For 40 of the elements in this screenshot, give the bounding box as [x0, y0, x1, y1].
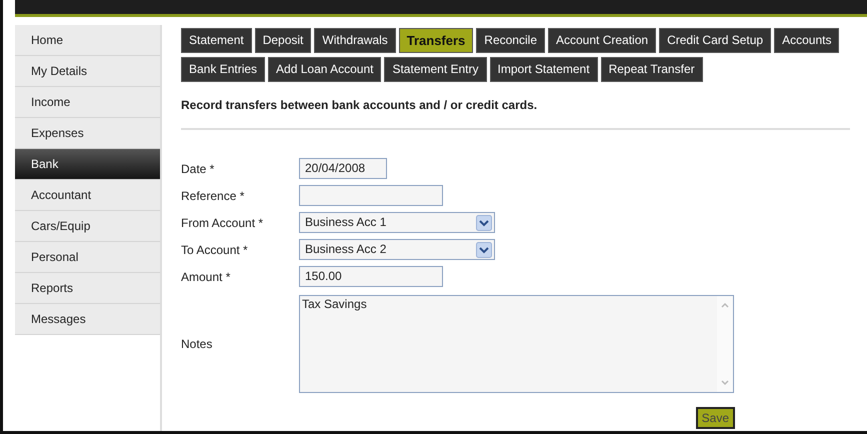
field-label: Reference *	[181, 188, 246, 202]
tab[interactable]: Repeat Transfer	[600, 57, 703, 82]
sidebar-item[interactable]: My Details	[15, 56, 160, 87]
sidebar-item[interactable]: Reports	[15, 273, 160, 304]
sidebar-item[interactable]: Bank	[15, 149, 160, 180]
input-field[interactable]: 20/04/2008	[299, 158, 387, 179]
scrollbar[interactable]	[717, 296, 733, 392]
sidebar-item[interactable]: Home	[15, 25, 160, 56]
tab[interactable]: Statement	[181, 28, 252, 53]
tab[interactable]: Withdrawals	[314, 28, 396, 53]
field-label: Notes	[181, 337, 214, 351]
sidebar-item[interactable]: Cars/Equip	[15, 211, 160, 242]
input-field[interactable]: 150.00	[299, 266, 443, 287]
tab[interactable]: Statement Entry	[384, 57, 487, 82]
field-label: To Account *	[181, 242, 249, 256]
tab[interactable]: Deposit	[254, 28, 312, 53]
tab[interactable]: Reconcile	[476, 28, 545, 53]
tab[interactable]: Transfers	[398, 28, 474, 53]
tab[interactable]: Import Statement	[490, 57, 598, 82]
field-label: Date *	[181, 162, 216, 176]
tab[interactable]: Credit Card Setup	[659, 28, 772, 53]
tab[interactable]: Add Loan Account	[268, 57, 382, 82]
dropdown[interactable]: Business Acc 2	[299, 239, 495, 260]
sidebar-item[interactable]: Messages	[15, 304, 160, 335]
field-label: From Account *	[181, 216, 264, 230]
sidebar-item[interactable]: Personal	[15, 242, 160, 273]
dropdown[interactable]: Business Acc 1	[299, 212, 495, 233]
sidebar-item[interactable]: Accountant	[15, 180, 160, 211]
input-field[interactable]	[299, 185, 443, 206]
tab[interactable]: Bank Entries	[181, 57, 266, 82]
save-button[interactable]: Save	[696, 407, 735, 429]
tab[interactable]: Account Creation	[548, 28, 656, 53]
field-label: Amount *	[181, 270, 232, 284]
sidebar-item[interactable]: Income	[15, 87, 160, 118]
chevron-down-icon	[476, 214, 492, 230]
text-area[interactable]: Tax Savings	[299, 295, 734, 393]
tab[interactable]: Accounts	[774, 28, 840, 53]
page-heading: Record transfers between bank accounts and / or credit cards.	[181, 98, 538, 114]
chevron-down-icon	[476, 242, 492, 258]
sidebar-item[interactable]: Expenses	[15, 118, 160, 149]
